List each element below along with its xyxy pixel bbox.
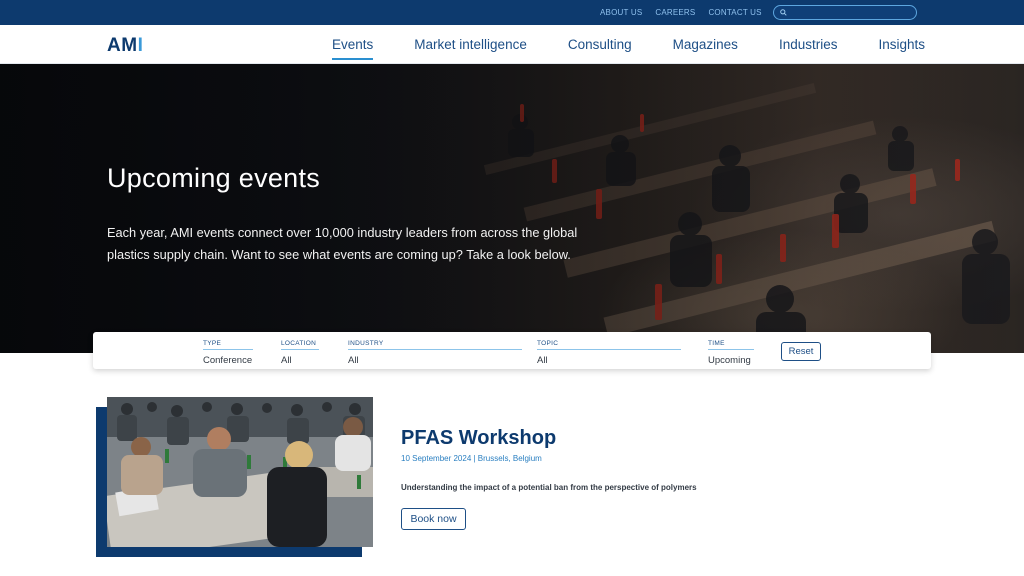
page-title: Upcoming events: [107, 163, 321, 193]
nav-item-consulting[interactable]: Consulting: [568, 37, 632, 56]
top-links: ABOUT US CAREERS CONTACT US: [600, 8, 762, 17]
filter-value[interactable]: All: [537, 355, 681, 366]
event-title[interactable]: PFAS Workshop: [401, 427, 556, 450]
about-us-link[interactable]: ABOUT US: [600, 8, 642, 17]
nav-item-events[interactable]: Events: [332, 37, 374, 60]
hero-background-image: [0, 64, 1024, 353]
search-input[interactable]: [790, 7, 910, 18]
ami-logo[interactable]: AMI: [107, 35, 143, 57]
logo-accent-letter: I: [137, 35, 144, 56]
filter-value[interactable]: All: [348, 355, 522, 366]
filter-label: TIME: [708, 340, 754, 350]
logo-text: AM: [107, 35, 138, 56]
event-date-location: 10 September 2024 | Brussels, Belgium: [401, 454, 542, 463]
filter-industry[interactable]: INDUSTRY All: [348, 340, 522, 366]
filter-label: INDUSTRY: [348, 340, 522, 350]
filter-label: TOPIC: [537, 340, 681, 350]
contact-us-link[interactable]: CONTACT US: [708, 8, 761, 17]
filter-value[interactable]: Upcoming: [708, 355, 754, 366]
nav-item-magazines[interactable]: Magazines: [673, 37, 738, 56]
careers-link[interactable]: CAREERS: [655, 8, 695, 17]
filter-topic[interactable]: TOPIC All: [537, 340, 681, 366]
filter-time[interactable]: TIME Upcoming: [708, 340, 754, 366]
event-description: Understanding the impact of a potential …: [401, 483, 697, 492]
nav-menu: Events Market intelligence Consulting Ma…: [332, 37, 925, 60]
event-image[interactable]: [107, 397, 373, 547]
filter-type[interactable]: TYPE Conference: [203, 340, 253, 366]
reset-filters-button[interactable]: Reset: [781, 342, 821, 361]
top-utility-bar: ABOUT US CAREERS CONTACT US: [0, 0, 1024, 25]
filter-label: LOCATION: [281, 340, 319, 350]
nav-item-industries[interactable]: Industries: [779, 37, 838, 56]
filter-value[interactable]: All: [281, 355, 319, 366]
filter-location[interactable]: LOCATION All: [281, 340, 319, 366]
workshop-photo: [107, 397, 373, 547]
filter-label: TYPE: [203, 340, 253, 350]
search-icon: [780, 9, 787, 16]
hero-banner: Upcoming events Each year, AMI events co…: [0, 64, 1024, 353]
filter-value[interactable]: Conference: [203, 355, 253, 366]
event-filter-bar: TYPE Conference LOCATION All INDUSTRY Al…: [93, 332, 931, 369]
book-now-button[interactable]: Book now: [401, 508, 466, 530]
search-box[interactable]: [773, 5, 917, 20]
main-navbar: AMI Events Market intelligence Consultin…: [0, 25, 1024, 64]
nav-item-market-intelligence[interactable]: Market intelligence: [414, 37, 527, 56]
hero-description: Each year, AMI events connect over 10,00…: [107, 225, 578, 262]
nav-item-insights[interactable]: Insights: [878, 37, 925, 56]
